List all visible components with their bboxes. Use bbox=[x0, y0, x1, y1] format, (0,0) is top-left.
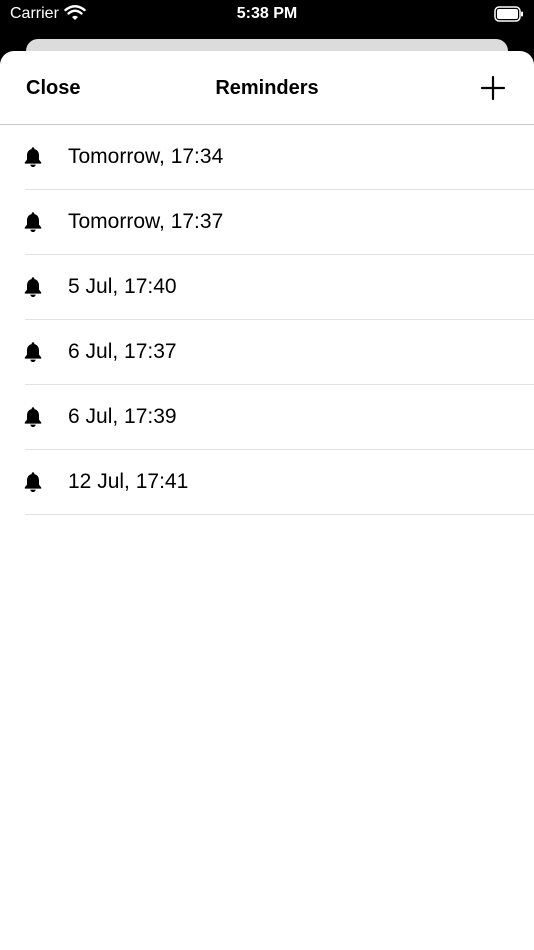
navigation-bar: Close Reminders bbox=[0, 51, 534, 125]
reminder-label: 6 Jul, 17:37 bbox=[68, 340, 177, 363]
reminder-label: 12 Jul, 17:41 bbox=[68, 470, 189, 493]
bell-icon bbox=[24, 472, 42, 492]
bell-icon bbox=[24, 277, 42, 297]
reminder-label: 5 Jul, 17:40 bbox=[68, 275, 177, 298]
reminders-sheet: Close Reminders Tomorrow, 17:34 Tomorrow… bbox=[0, 51, 534, 950]
reminder-row-2[interactable]: Tomorrow, 17:37 bbox=[24, 190, 534, 255]
status-bar: Carrier 5:38 PM bbox=[0, 0, 534, 30]
bell-icon bbox=[24, 147, 42, 167]
reminder-row-3[interactable]: 5 Jul, 17:40 bbox=[24, 255, 534, 320]
reminder-row-6[interactable]: 12 Jul, 17:41 bbox=[24, 450, 534, 515]
reminders-list: Tomorrow, 17:34 Tomorrow, 17:37 5 Jul, 1… bbox=[0, 125, 534, 515]
status-time: 5:38 PM bbox=[236, 5, 298, 22]
reminder-row-4[interactable]: 6 Jul, 17:37 bbox=[24, 320, 534, 385]
page-title: Reminders bbox=[215, 77, 319, 99]
bell-icon bbox=[24, 212, 42, 232]
reminder-label: Tomorrow, 17:34 bbox=[68, 145, 224, 168]
reminder-label: Tomorrow, 17:37 bbox=[68, 210, 224, 233]
reminder-label: 6 Jul, 17:39 bbox=[68, 405, 177, 428]
bell-icon bbox=[24, 407, 42, 427]
battery-icon bbox=[494, 6, 523, 22]
plus-icon[interactable] bbox=[478, 73, 508, 103]
reminder-row-5[interactable]: 6 Jul, 17:39 bbox=[24, 385, 534, 450]
reminder-row-1[interactable]: Tomorrow, 17:34 bbox=[24, 125, 534, 190]
bell-icon bbox=[24, 342, 42, 362]
